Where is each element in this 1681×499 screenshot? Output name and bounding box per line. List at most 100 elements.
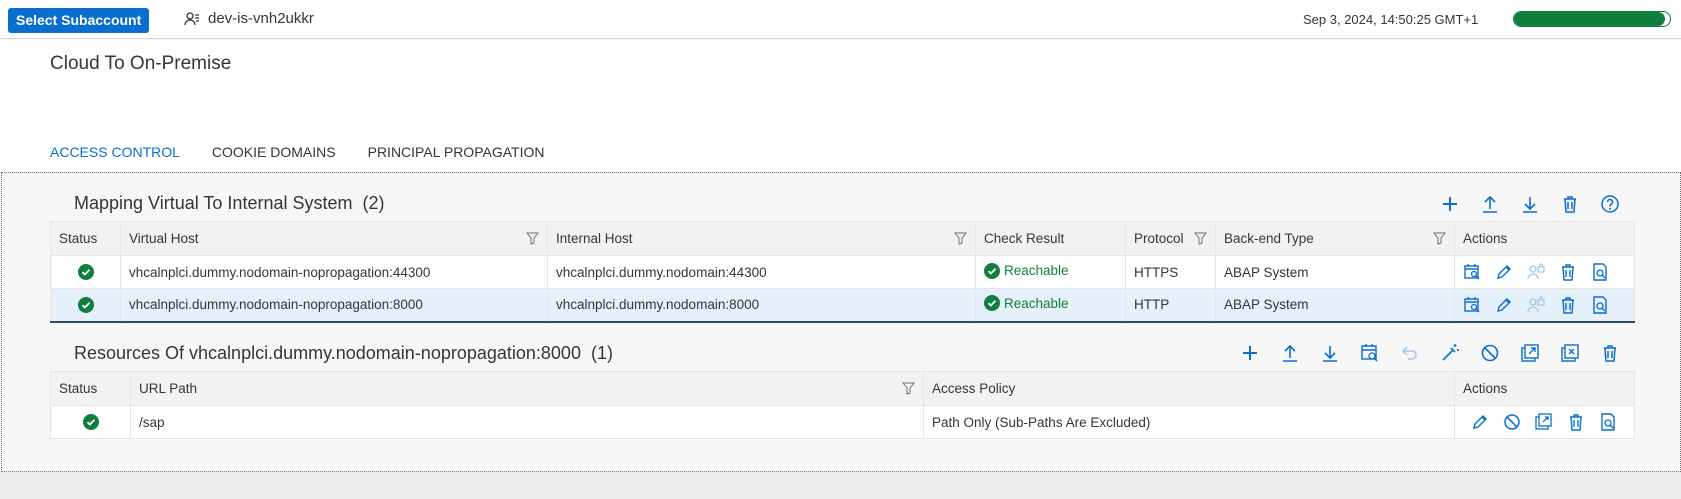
success-status-icon bbox=[984, 295, 1000, 312]
page-title: Cloud To On-Premise bbox=[50, 53, 232, 74]
inspect-document-icon[interactable] bbox=[1599, 413, 1617, 431]
col-status[interactable]: Status bbox=[50, 371, 131, 406]
open-external-button[interactable] bbox=[1510, 341, 1550, 365]
success-status-icon bbox=[77, 264, 94, 281]
add-icon bbox=[1243, 346, 1257, 360]
actions-cell bbox=[1454, 405, 1635, 439]
success-status-icon bbox=[82, 414, 99, 431]
col-virtual-host-label: Virtual Host bbox=[129, 231, 199, 246]
tab-principal-propagation[interactable]: PRINCIPAL PROPAGATION bbox=[368, 144, 545, 174]
filter-icon[interactable] bbox=[954, 232, 967, 245]
principal-lock-icon bbox=[1527, 263, 1545, 280]
download-resource-button[interactable] bbox=[1310, 341, 1350, 365]
table-row[interactable]: /sap Path Only (Sub-Paths Are Excluded) bbox=[50, 405, 1635, 439]
open-external-icon bbox=[1521, 344, 1539, 362]
remove-window-button[interactable] bbox=[1550, 341, 1590, 365]
disable-button[interactable] bbox=[1470, 341, 1510, 365]
upload-mapping-button[interactable] bbox=[1470, 192, 1510, 216]
col-backend-type-label: Back-end Type bbox=[1224, 231, 1314, 246]
footer-area bbox=[0, 472, 1681, 499]
check-availability-icon[interactable] bbox=[1463, 263, 1481, 281]
col-protocol-label: Protocol bbox=[1134, 231, 1184, 246]
mapping-title-text: Mapping Virtual To Internal System bbox=[74, 193, 353, 213]
resources-header-row: Status URL Path Access Policy Actions bbox=[50, 371, 1635, 406]
wand-icon bbox=[1442, 344, 1459, 361]
delete-icon[interactable] bbox=[1559, 296, 1577, 314]
add-resource-button[interactable] bbox=[1230, 341, 1270, 365]
col-internal-host[interactable]: Internal Host bbox=[547, 221, 976, 256]
undo-icon bbox=[1401, 346, 1417, 360]
check-resources-button[interactable] bbox=[1350, 341, 1390, 365]
backend-type-cell: ABAP System bbox=[1215, 288, 1455, 322]
col-status[interactable]: Status bbox=[50, 221, 121, 256]
wand-button[interactable] bbox=[1430, 341, 1470, 365]
col-protocol[interactable]: Protocol bbox=[1125, 221, 1216, 256]
resources-table: Status URL Path Access Policy Actions /s… bbox=[50, 371, 1635, 439]
open-external-icon[interactable] bbox=[1535, 413, 1553, 431]
download-icon bbox=[1323, 346, 1337, 362]
page-header: Cloud To On-Premise ACCESS CONTROL COOKI… bbox=[0, 40, 1681, 174]
inspect-document-icon[interactable] bbox=[1591, 263, 1609, 281]
subaccount-indicator[interactable]: dev-is-vnh2ukkr bbox=[184, 10, 314, 27]
col-url-path[interactable]: URL Path bbox=[130, 371, 924, 406]
remove-window-icon bbox=[1561, 344, 1579, 362]
mapping-section-title: Mapping Virtual To Internal System (2) bbox=[74, 193, 385, 214]
protocol-cell: HTTP bbox=[1125, 288, 1216, 322]
internal-host-cell: vhcalnplci.dummy.nodomain:44300 bbox=[547, 255, 976, 289]
select-subaccount-button[interactable]: Select Subaccount bbox=[8, 8, 150, 33]
edit-icon[interactable] bbox=[1495, 296, 1513, 314]
backend-type-cell: ABAP System bbox=[1215, 255, 1455, 289]
filter-icon[interactable] bbox=[526, 232, 539, 245]
success-status-icon bbox=[77, 296, 94, 313]
principal-lock-icon bbox=[1527, 296, 1545, 312]
shell-bar: Select Subaccount dev-is-vnh2ukkr Sep 3,… bbox=[0, 0, 1681, 39]
status-progress-bar bbox=[1513, 11, 1671, 27]
mapping-header-row: Status Virtual Host Internal Host Check … bbox=[50, 221, 1635, 256]
help-button[interactable] bbox=[1590, 192, 1630, 216]
table-row[interactable]: vhcalnplci.dummy.nodomain-nopropagation:… bbox=[50, 288, 1635, 322]
progress-fill bbox=[1514, 12, 1666, 26]
filter-icon[interactable] bbox=[902, 382, 915, 395]
tab-access-control[interactable]: ACCESS CONTROL bbox=[50, 144, 180, 174]
edit-icon[interactable] bbox=[1495, 263, 1513, 281]
delete-icon[interactable] bbox=[1567, 413, 1585, 431]
delete-all-resources-button[interactable] bbox=[1590, 341, 1630, 365]
resources-title-text: Resources Of vhcalnplci.dummy.nodomain-n… bbox=[74, 343, 581, 363]
col-check-result[interactable]: Check Result bbox=[975, 221, 1126, 256]
delete-all-mappings-button[interactable] bbox=[1550, 192, 1590, 216]
add-mapping-button[interactable] bbox=[1430, 192, 1470, 216]
datetime-label: Sep 3, 2024, 14:50:25 GMT+1 bbox=[1303, 12, 1479, 27]
col-internal-host-label: Internal Host bbox=[556, 231, 633, 246]
col-access-policy[interactable]: Access Policy bbox=[923, 371, 1455, 406]
add-icon bbox=[1443, 197, 1457, 211]
download-mapping-button[interactable] bbox=[1510, 192, 1550, 216]
table-row[interactable]: vhcalnplci.dummy.nodomain-nopropagation:… bbox=[50, 255, 1635, 289]
mapping-toolbar bbox=[1430, 192, 1630, 216]
check-result-text: Reachable bbox=[1004, 263, 1069, 278]
help-icon bbox=[1601, 195, 1619, 213]
resources-toolbar bbox=[1230, 341, 1630, 365]
col-virtual-host[interactable]: Virtual Host bbox=[120, 221, 548, 256]
delete-icon[interactable] bbox=[1559, 263, 1577, 281]
virtual-host-cell: vhcalnplci.dummy.nodomain-nopropagation:… bbox=[120, 255, 548, 289]
filter-icon[interactable] bbox=[1194, 232, 1207, 245]
check-availability-icon[interactable] bbox=[1463, 296, 1481, 314]
upload-resource-button[interactable] bbox=[1270, 341, 1310, 365]
actions-cell bbox=[1454, 288, 1635, 322]
url-path-cell: /sap bbox=[130, 405, 924, 439]
check-result-cell: Reachable bbox=[975, 255, 1126, 289]
col-backend-type[interactable]: Back-end Type bbox=[1215, 221, 1455, 256]
undo-button bbox=[1390, 341, 1430, 365]
check-result-cell: Reachable bbox=[975, 288, 1126, 322]
disable-icon[interactable] bbox=[1503, 413, 1521, 431]
tab-bar: ACCESS CONTROL COOKIE DOMAINS PRINCIPAL … bbox=[50, 144, 544, 174]
tab-cookie-domains[interactable]: COOKIE DOMAINS bbox=[212, 144, 336, 174]
filter-icon[interactable] bbox=[1433, 232, 1446, 245]
resources-count: (1) bbox=[590, 343, 613, 363]
resources-section-title: Resources Of vhcalnplci.dummy.nodomain-n… bbox=[74, 343, 613, 364]
disable-icon bbox=[1481, 344, 1499, 362]
edit-icon[interactable] bbox=[1471, 413, 1489, 431]
inspect-document-icon[interactable] bbox=[1591, 296, 1609, 314]
virtual-host-cell: vhcalnplci.dummy.nodomain-nopropagation:… bbox=[120, 288, 548, 322]
user-list-icon bbox=[184, 11, 199, 25]
